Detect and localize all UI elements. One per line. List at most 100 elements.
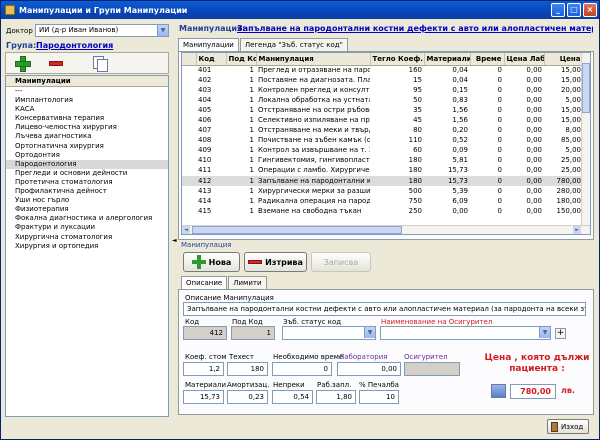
table-cell: 6,09 — [452, 196, 468, 205]
row-indicator-header — [182, 53, 197, 66]
table-cell: 15,00 — [560, 76, 581, 85]
tab-limits[interactable]: Лимити — [228, 276, 267, 289]
delete-group-button[interactable] — [46, 55, 66, 72]
insurer-select[interactable]: ▼ — [380, 326, 551, 340]
tree-item[interactable]: Хирургична стоматология — [6, 233, 168, 242]
table-row[interactable]: 413 1 Хирургически мерки за разшира... 500 5… — [182, 186, 583, 196]
table-cell: 413 — [198, 186, 212, 195]
exit-button[interactable]: Изход — [547, 419, 589, 434]
row-indicator — [182, 196, 196, 206]
table-cell: 408 — [198, 136, 212, 145]
add-insurer-button[interactable]: + — [555, 328, 566, 339]
col-code[interactable]: Код — [196, 53, 227, 66]
coef-field[interactable]: 1,2 — [183, 362, 224, 376]
tree-item[interactable]: Ортогнатична хирургия — [6, 142, 168, 151]
tab-description[interactable]: Описание — [181, 276, 228, 290]
table-cell: 0 — [497, 166, 502, 175]
tree-item[interactable]: Физиотерапия — [6, 205, 168, 214]
overhead-field[interactable]: 0,54 — [272, 390, 313, 404]
salary-field[interactable]: 1,80 — [316, 390, 356, 404]
patient-price-field[interactable]: 780,00 — [510, 384, 556, 399]
insurer2-label: Осигурител — [404, 353, 448, 361]
tree-item[interactable]: Ортодонтия — [6, 151, 168, 160]
chevron-down-icon[interactable]: ▼ — [157, 25, 168, 36]
table-row[interactable]: 407 1 Отстраняване на меки и твърд... 80 0,2… — [182, 125, 583, 135]
coef-label: Коеф. стом — [185, 353, 227, 361]
col-weight[interactable]: Тегло Коеф. — [370, 53, 425, 66]
minimize-button[interactable]: _ — [551, 3, 565, 17]
tree-item[interactable]: Фокална диагностика и алергология — [6, 214, 168, 223]
table-row[interactable]: 401 1 Преглед и отразяване на пародо... 160… — [182, 65, 583, 75]
tooth-status-select[interactable]: ▼ — [282, 326, 376, 340]
time-field[interactable]: 0 — [272, 362, 332, 376]
new-button[interactable]: Нова — [183, 252, 240, 272]
tree-item[interactable]: Хирургия и ортопедия — [6, 242, 168, 251]
tab-legend[interactable]: Легенда "Зъб. статус код" — [239, 38, 348, 51]
hscroll-thumb[interactable] — [192, 226, 402, 234]
scroll-right-icon[interactable]: ► — [573, 226, 581, 234]
tree-item[interactable]: Пародонтология — [6, 159, 168, 169]
table-row[interactable]: 409 1 Контрол за извършване на т. З... 60 0,… — [182, 145, 583, 155]
table-cell: 1,56 — [452, 106, 468, 115]
table-cell: 1 — [249, 106, 254, 115]
tree-item[interactable]: КАСА — [6, 105, 168, 114]
col-lab-price[interactable]: Цена Лаб. — [504, 53, 545, 66]
splitter-arrow-icon[interactable]: ◄ — [172, 237, 177, 244]
scroll-thumb[interactable] — [582, 63, 590, 113]
table-row[interactable]: 410 1 Гингивектомия, гингивопласти... 180 5,… — [182, 155, 583, 165]
table-row[interactable]: 402 1 Поставяне на диагнозата. Плани... 15 0… — [182, 75, 583, 85]
doctor-select[interactable]: ИИ (д-р Иван Иванов) ▼ — [35, 24, 169, 37]
tree-item[interactable]: Прегледи и основни дейности — [6, 169, 168, 178]
table-row[interactable]: 414 1 Радикална операция на пародо... 750 6,… — [182, 196, 583, 206]
amortization-field[interactable]: 0,23 — [227, 390, 268, 404]
save-button[interactable]: Записва — [311, 252, 371, 272]
table-row[interactable]: 408 1 Почистване на зъбен камък (ок... 110 0… — [182, 135, 583, 145]
table-cell: Почистване на зъбен камък (ок... — [258, 136, 370, 145]
table-cell: 0,20 — [452, 126, 468, 135]
chevron-down-icon[interactable]: ▼ — [364, 327, 375, 338]
table-cell: 415 — [198, 206, 212, 215]
delete-button[interactable]: Изтрива — [244, 252, 307, 272]
table-row[interactable]: 412 1 Запълване на пародонтални ко... 180 15… — [182, 175, 583, 186]
chevron-down-icon[interactable]: ▼ — [539, 327, 550, 338]
col-price[interactable]: Цена — [544, 53, 584, 66]
add-group-button[interactable] — [12, 55, 32, 72]
tree-item[interactable]: Лицево-челюстна хирургия — [6, 123, 168, 132]
grid-horizontal-scrollbar[interactable]: ◄ ► — [182, 225, 590, 234]
tab-manipulations[interactable]: Манипулации — [178, 38, 239, 52]
tree-item[interactable]: Уши нос гърло — [6, 196, 168, 205]
maximize-button[interactable]: □ — [567, 3, 581, 17]
profit-field[interactable]: 10 — [359, 390, 399, 404]
table-cell: 0 — [497, 196, 502, 205]
copy-group-button[interactable] — [90, 55, 110, 72]
grid-vertical-scrollbar[interactable] — [581, 53, 590, 226]
tech-field[interactable]: 180 — [227, 362, 268, 376]
col-subcode[interactable]: Под Код — [226, 53, 257, 66]
description-field[interactable]: Запълване на пародонтални костни дефекти… — [183, 302, 586, 316]
group-toolbar — [5, 52, 169, 74]
scroll-left-icon[interactable]: ◄ — [182, 226, 190, 234]
table-row[interactable]: 415 1 Вземане на свободна тъкан 250 0,00 0 0,0… — [182, 206, 583, 216]
tree-item[interactable]: Фрактури и луксации — [6, 223, 168, 232]
calculator-button[interactable] — [491, 384, 506, 398]
tree-item[interactable]: Лъчева диагностика — [6, 132, 168, 141]
col-materials[interactable]: Материали — [424, 53, 471, 66]
table-row[interactable]: 405 1 Отстраняване на остри ръбове ... 35 1,… — [182, 105, 583, 115]
tree-item[interactable]: Протетична стоматология — [6, 178, 168, 187]
table-row[interactable]: 404 1 Локална обработка на устната ... 50 0,… — [182, 95, 583, 105]
tree-item[interactable]: Консервативна терапия — [6, 114, 168, 123]
close-button[interactable]: × — [583, 3, 597, 17]
table-cell: 20,00 — [560, 86, 581, 95]
table-cell: 0 — [497, 96, 502, 105]
col-manipulation[interactable]: Манипулация — [256, 53, 371, 66]
table-row[interactable]: 403 1 Контролен преглед и консулта... 95 0,1… — [182, 85, 583, 95]
tree-item[interactable]: Имплантология — [6, 96, 168, 105]
table-row[interactable]: 411 1 Операции с ламбо. Хирургичен ... 180 1… — [182, 165, 583, 175]
group-link[interactable]: Пародонтология — [36, 41, 113, 50]
table-row[interactable]: 406 1 Селективно изпиляване на пре... 45 1,5… — [182, 115, 583, 125]
col-time[interactable]: Време — [470, 53, 505, 66]
materials-field[interactable]: 15,73 — [183, 390, 224, 404]
lab-field[interactable]: 0,00 — [337, 362, 401, 376]
tree-item[interactable]: Профилактична дейност — [6, 187, 168, 196]
tree-item[interactable]: --- — [6, 87, 168, 96]
